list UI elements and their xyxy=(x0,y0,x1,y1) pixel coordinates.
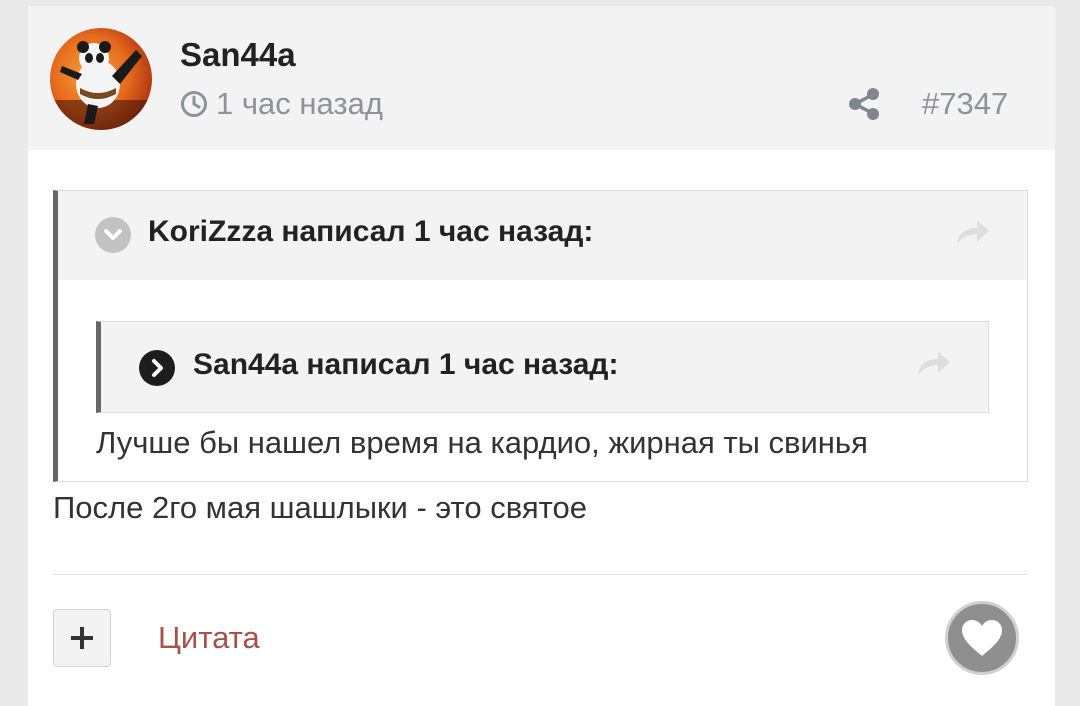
avatar[interactable] xyxy=(50,28,152,130)
reply-arrow-icon[interactable] xyxy=(916,347,952,377)
post-body-text: После 2го мая шашлыки - это святое xyxy=(53,490,587,525)
share-icon[interactable] xyxy=(846,86,882,122)
quote-outer-text: Лучше бы нашел время на кардио, жирная т… xyxy=(96,425,868,460)
chevron-down-icon[interactable] xyxy=(95,217,131,253)
post-header: San44a 1 час назад #7347 xyxy=(28,6,1055,150)
post-time-text: 1 час назад xyxy=(216,86,383,121)
quote-outer: KoriZzza написал 1 час назад: San44a нап… xyxy=(53,190,1028,482)
chevron-right-icon[interactable] xyxy=(139,350,175,386)
clock-icon xyxy=(181,91,207,117)
forum-post: San44a 1 час назад #7347 KoriZzza написа… xyxy=(28,6,1055,706)
divider xyxy=(53,574,1028,575)
quote-inner[interactable]: San44a написал 1 час назад: xyxy=(96,321,989,413)
quote-button[interactable]: Цитата xyxy=(158,620,260,656)
panda-avatar-image xyxy=(50,41,152,130)
post-time: 1 час назад xyxy=(180,86,383,122)
quote-outer-header[interactable]: KoriZzza написал 1 час назад: xyxy=(58,191,1027,280)
post-number-link[interactable]: #7347 xyxy=(922,86,1008,122)
quote-inner-title: San44a написал 1 час назад: xyxy=(193,348,619,381)
like-button[interactable] xyxy=(945,601,1019,675)
plus-icon xyxy=(71,627,93,649)
multiquote-add-button[interactable] xyxy=(53,609,111,667)
quote-outer-title: KoriZzza написал 1 час назад: xyxy=(148,215,594,248)
post-author[interactable]: San44a xyxy=(180,36,296,74)
heart-icon xyxy=(962,620,1002,656)
reply-arrow-icon[interactable] xyxy=(955,216,991,246)
